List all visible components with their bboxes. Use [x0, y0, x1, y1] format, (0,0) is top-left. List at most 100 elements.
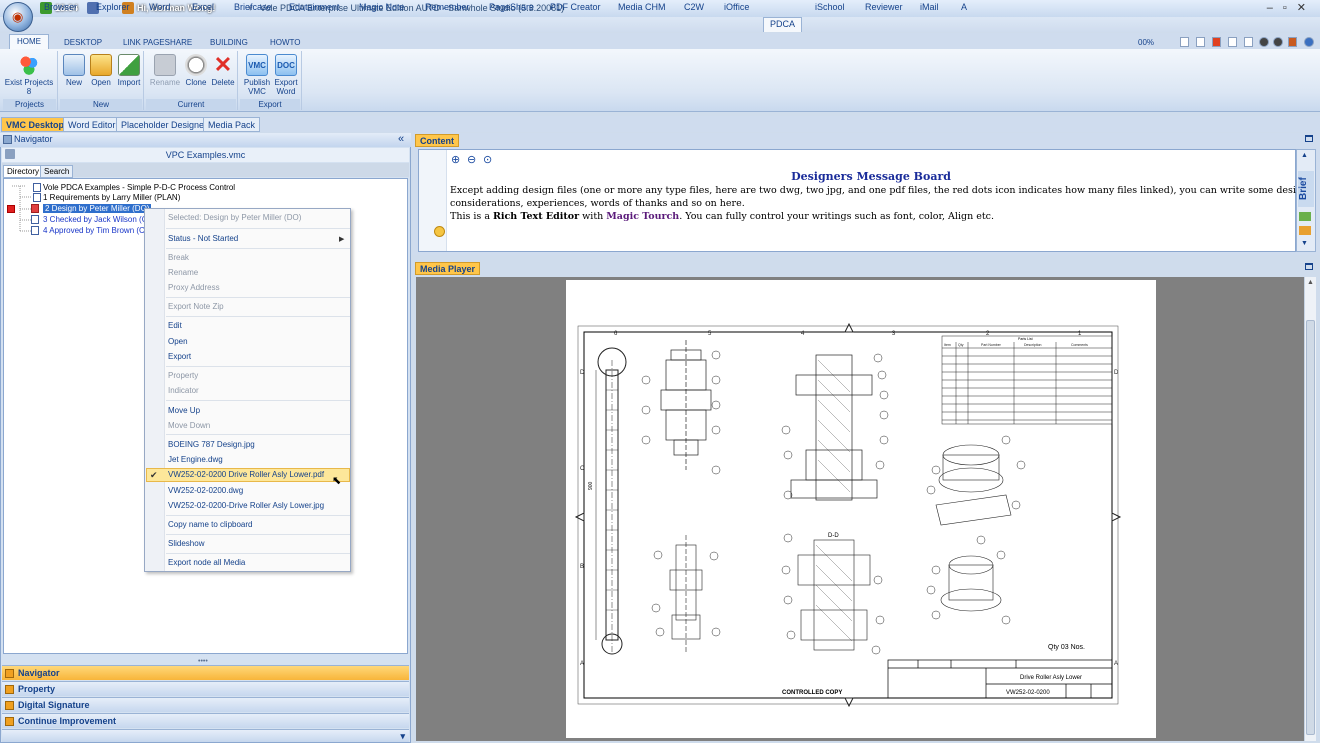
scroll-up-icon[interactable]: ▲ [1307, 279, 1314, 286]
chevron-down-icon[interactable]: ▾ [400, 731, 405, 742]
menu-item-copy-name[interactable]: Copy name to clipboard [168, 520, 253, 529]
tab-building[interactable]: BUILDING [210, 38, 248, 47]
menu-ioffice[interactable]: iOffice [724, 2, 749, 12]
tab-home[interactable]: HOME [9, 34, 49, 50]
menu-pdca[interactable]: PDCA [763, 17, 803, 32]
menu-item-export-all-media[interactable]: Export node all Media [168, 558, 245, 567]
media-player-tab[interactable]: Media Player [415, 262, 481, 275]
tab-directory[interactable]: Directory [3, 165, 44, 178]
page-icon[interactable] [1180, 37, 1189, 47]
tab-howto[interactable]: HOWTO [270, 38, 301, 47]
rename-button[interactable]: Rename [148, 54, 182, 87]
edit-icon[interactable] [1299, 226, 1311, 235]
menu-explorer[interactable]: Explorer [96, 2, 130, 12]
window-controls[interactable]: –▫✕ [1267, 1, 1316, 14]
menu-media-chm[interactable]: Media CHM [618, 2, 666, 12]
maximize-icon[interactable] [1305, 263, 1313, 270]
export-word-button[interactable]: DOC Export Word [272, 54, 300, 96]
tab-media-pack[interactable]: Media Pack [203, 117, 261, 132]
scrollbar-thumb[interactable] [1306, 320, 1315, 735]
zoom-out-icon[interactable]: ⊖ [467, 153, 476, 166]
tab-vmc-desktop[interactable]: VMC Desktop [1, 117, 70, 132]
zoom-in-icon[interactable]: ⊕ [451, 153, 460, 166]
maximize-icon[interactable] [1305, 135, 1313, 142]
menu-item-media-boeing[interactable]: BOEING 787 Design.jpg [168, 440, 255, 449]
tab-search[interactable]: Search [40, 165, 74, 178]
menu-item-property[interactable]: Property [168, 371, 198, 380]
app-menu-button[interactable]: ◉ [3, 2, 33, 32]
menu-item-status[interactable]: Status - Not Started [168, 234, 238, 243]
menu-edutainment[interactable]: Edutainment [289, 2, 340, 12]
menu-item-move-down[interactable]: Move Down [168, 421, 210, 430]
tab-word-editor[interactable]: Word Editor [63, 117, 121, 132]
menu-item-export-note-zip[interactable]: Export Note Zip [168, 302, 224, 311]
scroll-up-icon[interactable]: ▲ [1301, 152, 1308, 159]
publish-vmc-button[interactable]: VMC Publish VMC [242, 54, 272, 96]
pdf-icon[interactable] [1212, 37, 1221, 47]
accordion-digital-signature[interactable]: Digital Signature [2, 697, 409, 712]
menu-pdf-creator[interactable]: PDF Creator [550, 2, 601, 12]
menu-item-indicator[interactable]: Indicator [168, 386, 199, 395]
brief-tab[interactable]: Brief [1298, 171, 1314, 207]
clone-button[interactable]: Clone [183, 54, 209, 87]
pin-icon[interactable] [5, 149, 15, 159]
menu-browser[interactable]: Browser [44, 2, 77, 12]
menu-item-break[interactable]: Break [168, 253, 189, 262]
accordion-property[interactable]: Property [2, 681, 409, 696]
office-icon[interactable] [1288, 37, 1297, 47]
menu-item-open[interactable]: Open [168, 337, 188, 346]
menu-reviewer[interactable]: Reviewer [865, 2, 903, 12]
menu-imail[interactable]: iMail [920, 2, 939, 12]
help-icon[interactable] [1304, 37, 1314, 47]
minimize-icon[interactable]: – [1267, 2, 1283, 14]
tree-node-root[interactable]: Vole PDCA Examples - Simple P-D-C Proces… [43, 183, 235, 192]
menu-item-media-jet-engine[interactable]: Jet Engine.dwg [168, 455, 223, 464]
menu-c2w[interactable]: C2W [684, 2, 704, 12]
new-button[interactable]: New [62, 54, 86, 87]
emoji-icon[interactable] [434, 226, 445, 237]
splitter-grip[interactable]: •••• [198, 658, 208, 665]
menu-magic-note[interactable]: Magic Note [359, 2, 405, 12]
tab-link-pageshare[interactable]: LINK PAGESHARE [123, 38, 192, 47]
collapse-icon[interactable]: « [398, 133, 404, 145]
exist-projects-button[interactable]: Exist Projects 8 [4, 54, 54, 96]
image-icon[interactable] [1299, 212, 1311, 221]
menu-ischool[interactable]: iSchool [815, 2, 845, 12]
back-icon[interactable] [1259, 37, 1269, 47]
menu-item-move-up[interactable]: Move Up [168, 406, 200, 415]
restore-icon[interactable]: ▫ [1283, 2, 1297, 14]
menu-item-proxy-address[interactable]: Proxy Address [168, 283, 220, 292]
menu-item-media-pdf[interactable]: VW252-02-0200 Drive Roller Asly Lower.pd… [168, 470, 324, 479]
tree-node-do[interactable]: 2 Design by Peter Miller (DO) [43, 204, 152, 213]
menu-briefcase[interactable]: Briefcase [234, 2, 272, 12]
menu-remember[interactable]: Remember [425, 2, 470, 12]
accordion-overflow[interactable]: ▾ [2, 729, 409, 742]
menu-a[interactable]: A [961, 2, 967, 12]
menu-item-edit[interactable]: Edit [168, 321, 182, 330]
document-icon[interactable] [1196, 37, 1205, 47]
menu-item-rename[interactable]: Rename [168, 268, 198, 277]
page-icon[interactable] [1244, 37, 1253, 47]
accordion-navigator[interactable]: Navigator [2, 665, 409, 680]
tab-desktop[interactable]: DESKTOP [64, 38, 102, 47]
forward-icon[interactable] [1273, 37, 1283, 47]
close-icon[interactable]: ✕ [1297, 2, 1316, 14]
open-button[interactable]: Open [88, 54, 114, 87]
menu-item-media-jpg[interactable]: VW252-02-0200-Drive Roller Asly Lower.jp… [168, 501, 324, 510]
scroll-down-icon[interactable]: ▼ [1301, 240, 1308, 247]
tab-placeholder-designer[interactable]: Placeholder Designer [116, 117, 213, 132]
menu-item-media-dwg[interactable]: VW252-02-0200.dwg [168, 486, 243, 495]
import-button[interactable]: Import [115, 54, 143, 87]
menu-pageshare[interactable]: PageShare [489, 2, 534, 12]
menu-item-export[interactable]: Export [168, 352, 191, 361]
menu-excel[interactable]: Excel [192, 2, 214, 12]
tree-node-check[interactable]: 3 Checked by Jack Wilson (CH [43, 215, 153, 224]
menu-item-slideshow[interactable]: Slideshow [168, 539, 204, 548]
content-tab[interactable]: Content [415, 134, 459, 147]
zoom-fit-icon[interactable]: ⊙ [483, 153, 492, 166]
delete-button[interactable]: ✕ Delete [209, 54, 237, 88]
blank-page-icon[interactable] [1228, 37, 1237, 47]
tree-node-plan[interactable]: 1 Requirements by Larry Miller (PLAN) [43, 193, 180, 202]
accordion-continue-improvement[interactable]: Continue Improvement [2, 713, 409, 728]
menu-word[interactable]: Word [149, 2, 170, 12]
